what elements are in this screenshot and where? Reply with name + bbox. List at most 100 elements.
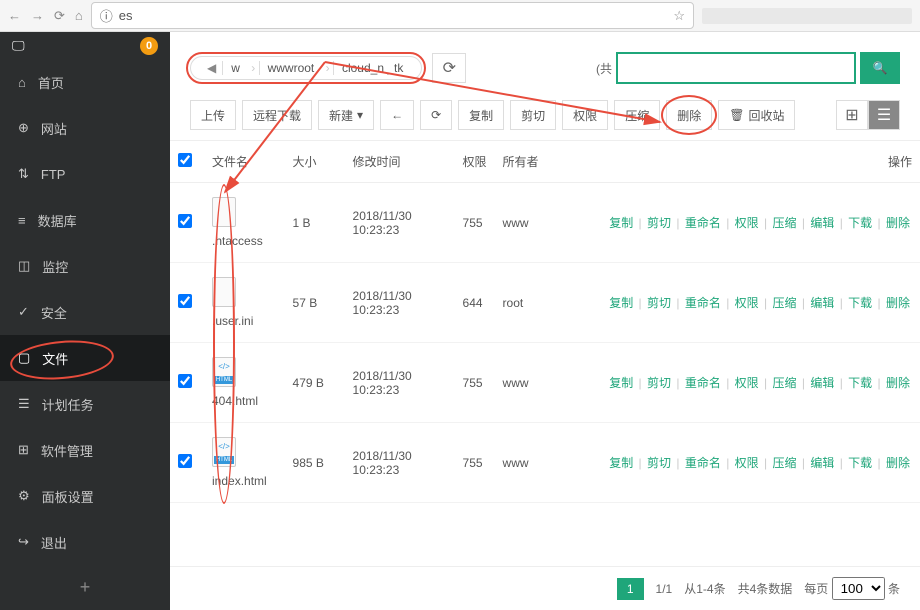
sidebar-item-0[interactable]: ⌂首页 [0, 59, 170, 105]
sidebar-item-9[interactable]: ⚙面板设置 [0, 473, 170, 519]
row-op-权限[interactable]: 权限 [735, 216, 759, 230]
back-button[interactable]: ← [380, 100, 414, 130]
notification-badge[interactable]: 0 [140, 37, 158, 55]
sidebar-item-8[interactable]: ⊞软件管理 [0, 427, 170, 473]
row-op-编辑[interactable]: 编辑 [810, 296, 834, 310]
breadcrumb-back-icon[interactable]: ◀ [201, 61, 222, 75]
col-size[interactable]: 大小 [285, 141, 345, 183]
sidebar-add-button[interactable]: + [0, 565, 170, 610]
sidebar-item-7[interactable]: ☰计划任务 [0, 381, 170, 427]
file-name[interactable]: 404.html [212, 394, 277, 408]
page-current[interactable]: 1 [617, 578, 644, 600]
sidebar-item-10[interactable]: ↪退出 [0, 519, 170, 565]
file-perm: 755 [455, 183, 495, 263]
browser-forward-icon[interactable]: → [31, 8, 44, 24]
menu-label: 面板设置 [42, 487, 94, 506]
row-op-复制[interactable]: 复制 [609, 376, 633, 390]
row-op-删除[interactable]: 删除 [886, 216, 910, 230]
upload-button[interactable]: 上传 [190, 100, 236, 130]
row-checkbox[interactable] [178, 374, 192, 388]
delete-button[interactable]: 删除 [666, 100, 712, 130]
row-op-剪切[interactable]: 剪切 [647, 376, 671, 390]
logo-text [33, 38, 37, 53]
row-op-复制[interactable]: 复制 [609, 296, 633, 310]
row-op-剪切[interactable]: 剪切 [647, 456, 671, 470]
row-op-下载[interactable]: 下载 [848, 216, 872, 230]
page-count: 共4条数据 [738, 580, 793, 597]
row-op-权限[interactable]: 权限 [735, 296, 759, 310]
row-checkbox[interactable] [178, 454, 192, 468]
row-op-编辑[interactable]: 编辑 [810, 216, 834, 230]
row-op-压缩[interactable]: 压缩 [773, 216, 797, 230]
breadcrumb[interactable]: ◀ w › wwwroot › cloud_n _tk [190, 56, 422, 80]
path-refresh-button[interactable]: ⟳ [432, 53, 466, 83]
row-op-重命名[interactable]: 重命名 [685, 216, 721, 230]
row-op-删除[interactable]: 删除 [886, 296, 910, 310]
row-op-编辑[interactable]: 编辑 [810, 376, 834, 390]
row-op-下载[interactable]: 下载 [848, 296, 872, 310]
compress-button[interactable]: 压缩 [614, 100, 660, 130]
sidebar-item-5[interactable]: ✓安全 [0, 289, 170, 335]
copy-button[interactable]: 复制 [458, 100, 504, 130]
row-op-权限[interactable]: 权限 [735, 376, 759, 390]
remote-download-button[interactable]: 远程下载 [242, 100, 312, 130]
sidebar-item-6[interactable]: ▢文件 [0, 335, 170, 381]
trash-button[interactable]: 🗑 回收站 [718, 100, 795, 130]
row-op-编辑[interactable]: 编辑 [810, 456, 834, 470]
col-name[interactable]: 文件名 [204, 141, 285, 183]
file-name[interactable]: index.html [212, 474, 277, 488]
bookmark-star-icon[interactable]: ☆ [673, 8, 685, 24]
menu-icon: ⊞ [18, 442, 29, 458]
sidebar-item-2[interactable]: ⇅FTP [0, 151, 170, 197]
menu-icon: ▢ [18, 350, 30, 366]
row-checkbox[interactable] [178, 294, 192, 308]
row-checkbox[interactable] [178, 214, 192, 228]
menu-icon: ≡ [18, 213, 26, 228]
breadcrumb-seg-2[interactable]: cloud_n _tk [333, 61, 411, 75]
file-time: 2018/11/30 10:23:23 [345, 343, 455, 423]
row-op-删除[interactable]: 删除 [886, 376, 910, 390]
new-button[interactable]: 新建 ▾ [318, 100, 374, 130]
browser-reload-icon[interactable]: ⟳ [54, 8, 65, 24]
file-ops: 复制 | 剪切 | 重命名 | 权限 | 压缩 | 编辑 | 下载 | 删除 [555, 183, 920, 263]
row-op-复制[interactable]: 复制 [609, 456, 633, 470]
file-name[interactable]: .user.ini [212, 314, 277, 328]
browser-home-icon[interactable]: ⌂ [75, 8, 83, 24]
browser-url-box[interactable]: ⓘ es ☆ [91, 2, 694, 29]
file-time: 2018/11/30 10:23:23 [345, 183, 455, 263]
row-op-压缩[interactable]: 压缩 [773, 376, 797, 390]
table-row: .htaccess 1 B 2018/11/30 10:23:23 755 ww… [170, 183, 920, 263]
row-op-下载[interactable]: 下载 [848, 456, 872, 470]
row-op-重命名[interactable]: 重命名 [685, 296, 721, 310]
sidebar-item-1[interactable]: ⊕网站 [0, 105, 170, 151]
row-op-压缩[interactable]: 压缩 [773, 296, 797, 310]
row-op-重命名[interactable]: 重命名 [685, 376, 721, 390]
permission-button[interactable]: 权限 [562, 100, 608, 130]
row-op-删除[interactable]: 删除 [886, 456, 910, 470]
sidebar-item-3[interactable]: ≡数据库 [0, 197, 170, 243]
select-all-checkbox[interactable] [178, 153, 192, 167]
search-button[interactable]: 🔍 [860, 52, 900, 84]
row-op-下载[interactable]: 下载 [848, 376, 872, 390]
search-input[interactable] [616, 52, 856, 84]
page-size-select[interactable]: 100 [832, 577, 885, 600]
row-op-复制[interactable]: 复制 [609, 216, 633, 230]
row-op-重命名[interactable]: 重命名 [685, 456, 721, 470]
col-time[interactable]: 修改时间 [345, 141, 455, 183]
sidebar-item-4[interactable]: ◫监控 [0, 243, 170, 289]
row-op-剪切[interactable]: 剪切 [647, 296, 671, 310]
row-op-压缩[interactable]: 压缩 [773, 456, 797, 470]
row-op-剪切[interactable]: 剪切 [647, 216, 671, 230]
col-perm[interactable]: 权限 [455, 141, 495, 183]
breadcrumb-seg-0[interactable]: w [222, 61, 248, 75]
breadcrumb-seg-1[interactable]: wwwroot [259, 61, 323, 75]
grid-view-button[interactable]: ⊞ [836, 100, 868, 130]
file-name[interactable]: .htaccess [212, 234, 277, 248]
row-op-权限[interactable]: 权限 [735, 456, 759, 470]
col-owner[interactable]: 所有者 [495, 141, 555, 183]
refresh-button[interactable]: ⟳ [420, 100, 452, 130]
cut-button[interactable]: 剪切 [510, 100, 556, 130]
menu-icon: ⊕ [18, 120, 29, 136]
list-view-button[interactable]: ☰ [868, 100, 900, 130]
browser-back-icon[interactable]: ← [8, 8, 21, 24]
